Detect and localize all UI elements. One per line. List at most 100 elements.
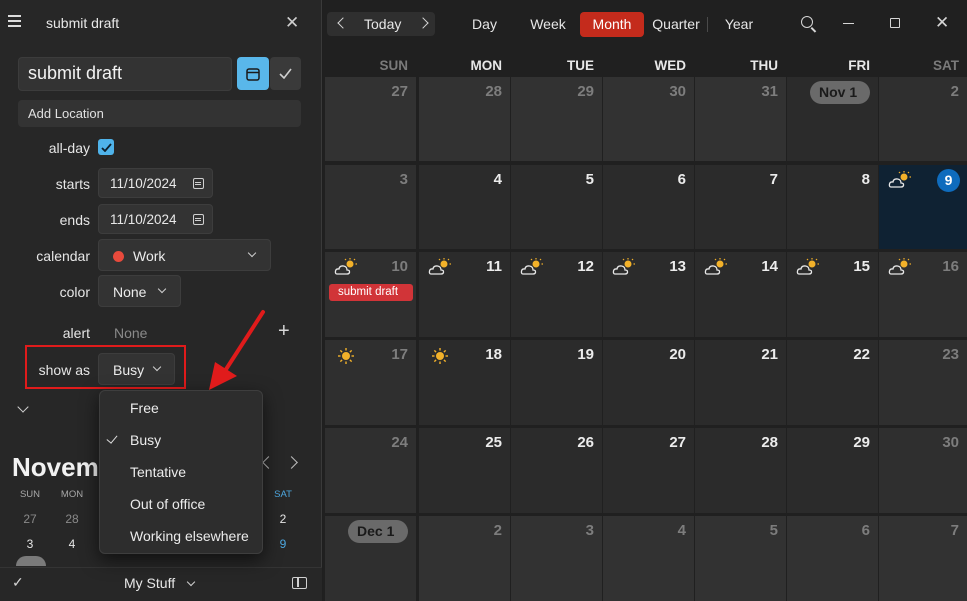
day-cell[interactable]: 28 [419, 77, 510, 161]
save-check-button[interactable] [270, 57, 301, 90]
date-picker-icon [193, 214, 204, 225]
toggle-sidebar-icon[interactable] [292, 577, 307, 589]
day-cell[interactable]: 23 [879, 340, 967, 425]
view-year-button[interactable]: Year [718, 12, 760, 37]
day-cell[interactable]: 16 [879, 252, 967, 337]
view-quarter-button[interactable]: Quarter [648, 12, 704, 37]
start-date-field[interactable]: 11/10/2024 [98, 168, 213, 198]
day-cell[interactable]: 2 [419, 516, 510, 601]
day-cell[interactable]: 30 [603, 77, 694, 161]
day-cell[interactable]: 24 [325, 428, 416, 513]
done-check-icon[interactable]: ✓ [12, 574, 24, 591]
day-cell[interactable]: 26 [511, 428, 602, 513]
day-cell[interactable]: 17 [325, 340, 416, 425]
view-week-button[interactable]: Week [523, 12, 573, 37]
day-cell[interactable]: 3 [325, 165, 416, 249]
minimize-icon[interactable] [843, 23, 854, 25]
calendar-select-value: Work [133, 248, 166, 264]
day-cell[interactable]: 12 [511, 252, 602, 337]
day-cell[interactable]: 8 [787, 165, 878, 249]
day-cell[interactable]: 6 [787, 516, 878, 601]
day-number: 5 [769, 522, 778, 539]
alert-value[interactable]: None [114, 325, 147, 341]
day-cell[interactable]: Nov 1 [787, 77, 878, 161]
day-number: 28 [761, 434, 778, 451]
day-cell[interactable]: 20 [603, 340, 694, 425]
view-month-button[interactable]: Month [580, 12, 644, 37]
ends-label: ends [59, 212, 90, 228]
menu-item-free[interactable]: Free [100, 393, 262, 425]
day-cell[interactable]: 29 [511, 77, 602, 161]
showas-select-value: Busy [113, 362, 145, 378]
partly-cloudy-icon [428, 258, 452, 281]
day-cell[interactable]: 10 submit draft [325, 252, 416, 337]
day-cell[interactable]: 3 [511, 516, 602, 601]
menu-item-tentative[interactable]: Tentative [100, 457, 262, 489]
calendar-set-selector[interactable]: My Stuff [124, 575, 196, 591]
partly-cloudy-icon [888, 258, 912, 281]
day-cell[interactable]: 6 [603, 165, 694, 249]
event-chip-submit-draft[interactable]: submit draft [329, 284, 413, 301]
mini-day[interactable]: 3 [15, 537, 45, 551]
previous-month-icon[interactable] [337, 17, 349, 29]
menu-item-working-elsewhere[interactable]: Working elsewhere [100, 521, 262, 553]
day-cell[interactable]: 13 [603, 252, 694, 337]
menu-icon[interactable] [8, 15, 22, 29]
chevron-left-icon[interactable] [262, 456, 275, 469]
day-cell[interactable]: 27 [325, 77, 416, 161]
window-close-icon[interactable]: ✕ [935, 13, 949, 33]
day-cell[interactable]: 4 [603, 516, 694, 601]
day-cell[interactable]: 22 [787, 340, 878, 425]
panel-header-title: submit draft [46, 15, 120, 31]
maximize-icon[interactable] [890, 18, 900, 28]
mini-day[interactable]: 27 [15, 512, 45, 526]
day-cell[interactable]: 29 [787, 428, 878, 513]
day-cell[interactable]: 11 [419, 252, 510, 337]
mini-day[interactable]: 4 [57, 537, 87, 551]
calendar-picker-button[interactable] [237, 57, 269, 90]
day-cell[interactable]: 5 [695, 516, 786, 601]
day-cell[interactable]: 14 [695, 252, 786, 337]
close-icon[interactable]: ✕ [285, 13, 299, 33]
day-cell[interactable]: 15 [787, 252, 878, 337]
menu-item-out-of-office[interactable]: Out of office [100, 489, 262, 521]
day-cell[interactable]: 25 [419, 428, 510, 513]
sun-icon [337, 347, 355, 370]
calendar-select[interactable]: Work [98, 239, 271, 271]
mini-day[interactable]: 28 [57, 512, 87, 526]
day-cell[interactable]: 5 [511, 165, 602, 249]
day-cell[interactable]: 7 [879, 516, 967, 601]
day-cell[interactable]: 7 [695, 165, 786, 249]
mini-day[interactable]: 2 [268, 512, 298, 526]
mini-day[interactable]: 9 [268, 537, 298, 551]
day-cell[interactable]: 31 [695, 77, 786, 161]
day-cell[interactable]: 19 [511, 340, 602, 425]
menu-item-busy[interactable]: Busy [100, 425, 262, 457]
day-cell[interactable]: 9 [879, 165, 967, 249]
day-cell[interactable]: 27 [603, 428, 694, 513]
view-day-button[interactable]: Day [462, 12, 507, 37]
end-date-field[interactable]: 11/10/2024 [98, 204, 213, 234]
color-select[interactable]: None [98, 275, 181, 307]
event-title-input[interactable]: submit draft [18, 57, 232, 91]
day-number: 7 [950, 522, 959, 539]
showas-select[interactable]: Busy [98, 353, 175, 385]
search-icon[interactable] [801, 16, 813, 28]
expand-more-icon[interactable] [17, 401, 29, 413]
day-number: 16 [942, 258, 959, 275]
chevron-right-icon[interactable] [285, 456, 298, 469]
next-month-icon[interactable] [417, 17, 429, 29]
allday-checkbox[interactable] [98, 139, 114, 155]
day-cell[interactable]: 18 [419, 340, 510, 425]
day-cell[interactable]: 28 [695, 428, 786, 513]
day-cell[interactable]: 30 [879, 428, 967, 513]
today-date-badge: 9 [937, 169, 960, 192]
day-cell[interactable]: 21 [695, 340, 786, 425]
today-button[interactable]: Today [364, 16, 401, 32]
location-field[interactable]: Add Location [18, 100, 301, 127]
add-alert-icon[interactable]: + [278, 320, 290, 343]
calendar-label: calendar [36, 248, 90, 264]
day-cell[interactable]: 2 [879, 77, 967, 161]
day-cell[interactable]: 4 [419, 165, 510, 249]
day-cell[interactable]: Dec 1 [325, 516, 416, 601]
